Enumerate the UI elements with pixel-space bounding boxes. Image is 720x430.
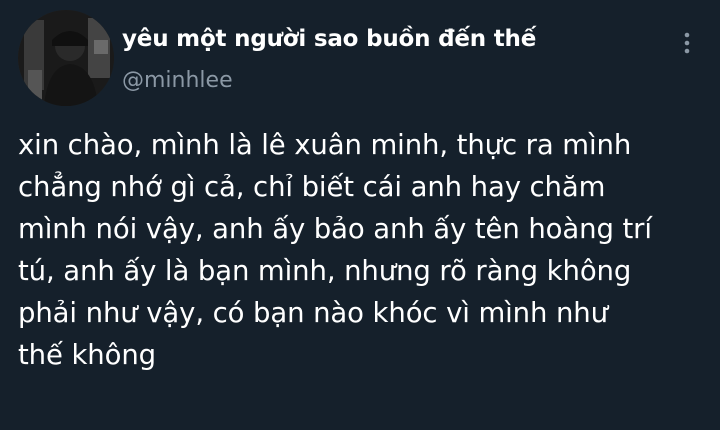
tweet-header: yêu một người sao buồn đến thế @minhlee (18, 10, 702, 106)
user-handle[interactable]: @minhlee (122, 66, 536, 96)
display-name[interactable]: yêu một người sao buồn đến thế (122, 24, 536, 54)
tweet: yêu một người sao buồn đến thế @minhlee … (0, 0, 720, 430)
avatar[interactable] (18, 10, 114, 106)
avatar-photo-icon (18, 10, 114, 106)
vertical-ellipsis-icon (684, 32, 690, 54)
user-info: yêu một người sao buồn đến thế @minhlee (122, 24, 536, 96)
tweet-text: xin chào, mình là lê xuân minh, thực ra … (18, 129, 652, 371)
more-options-button[interactable] (672, 28, 702, 58)
